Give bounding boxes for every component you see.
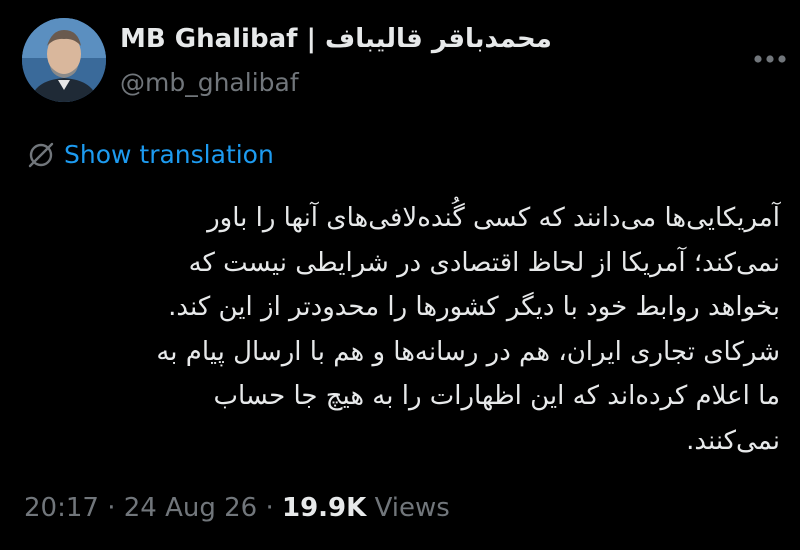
show-translation-label: Show translation bbox=[64, 140, 274, 169]
tweet-text-line: نمی‌کند؛ آمریکا از لحاظ اقتصادی در شرایط… bbox=[188, 247, 780, 278]
show-translation-link[interactable]: Show translation bbox=[24, 138, 274, 172]
tweet-text-line: شرکای تجاری ایران، هم در رسانه‌ها و هم ب… bbox=[156, 336, 780, 367]
meta-separator: · bbox=[107, 493, 116, 523]
more-options-button[interactable] bbox=[750, 44, 790, 74]
translate-globe-icon bbox=[28, 142, 54, 168]
tweet-text-line: آمریکایی‌ها می‌دانند که کسی گُنده‌لافی‌ه… bbox=[207, 203, 780, 233]
more-horizontal-icon bbox=[754, 55, 786, 63]
display-name[interactable]: MB Ghalibaf | محمدباقر قالیباف bbox=[120, 22, 552, 56]
tweet-text-line: بخواهد روابط خود با دیگر کشورها را محدود… bbox=[168, 292, 780, 322]
tweet-text: آمریکایی‌ها می‌دانند که کسی گُنده‌لافی‌ه… bbox=[22, 196, 780, 463]
username-handle[interactable]: @mb_ghalibaf bbox=[120, 66, 552, 100]
tweet-date[interactable]: 24 Aug 26 bbox=[124, 493, 257, 523]
tweet-meta: 20:17 · 24 Aug 26 · 19.9K Views bbox=[24, 488, 450, 528]
tweet-card: MB Ghalibaf | محمدباقر قالیباف @mb_ghali… bbox=[0, 0, 800, 550]
views-count[interactable]: 19.9K bbox=[282, 493, 366, 523]
tweet-time[interactable]: 20:17 bbox=[24, 493, 99, 523]
meta-separator: · bbox=[265, 493, 274, 523]
author-block: MB Ghalibaf | محمدباقر قالیباف @mb_ghali… bbox=[120, 22, 552, 100]
avatar[interactable] bbox=[22, 18, 106, 102]
tweet-text-line: ما اعلام کرده‌اند که این اظهارات را به ه… bbox=[213, 381, 780, 411]
views-label: Views bbox=[374, 493, 450, 523]
tweet-text-line: نمی‌کنند. bbox=[686, 425, 780, 456]
